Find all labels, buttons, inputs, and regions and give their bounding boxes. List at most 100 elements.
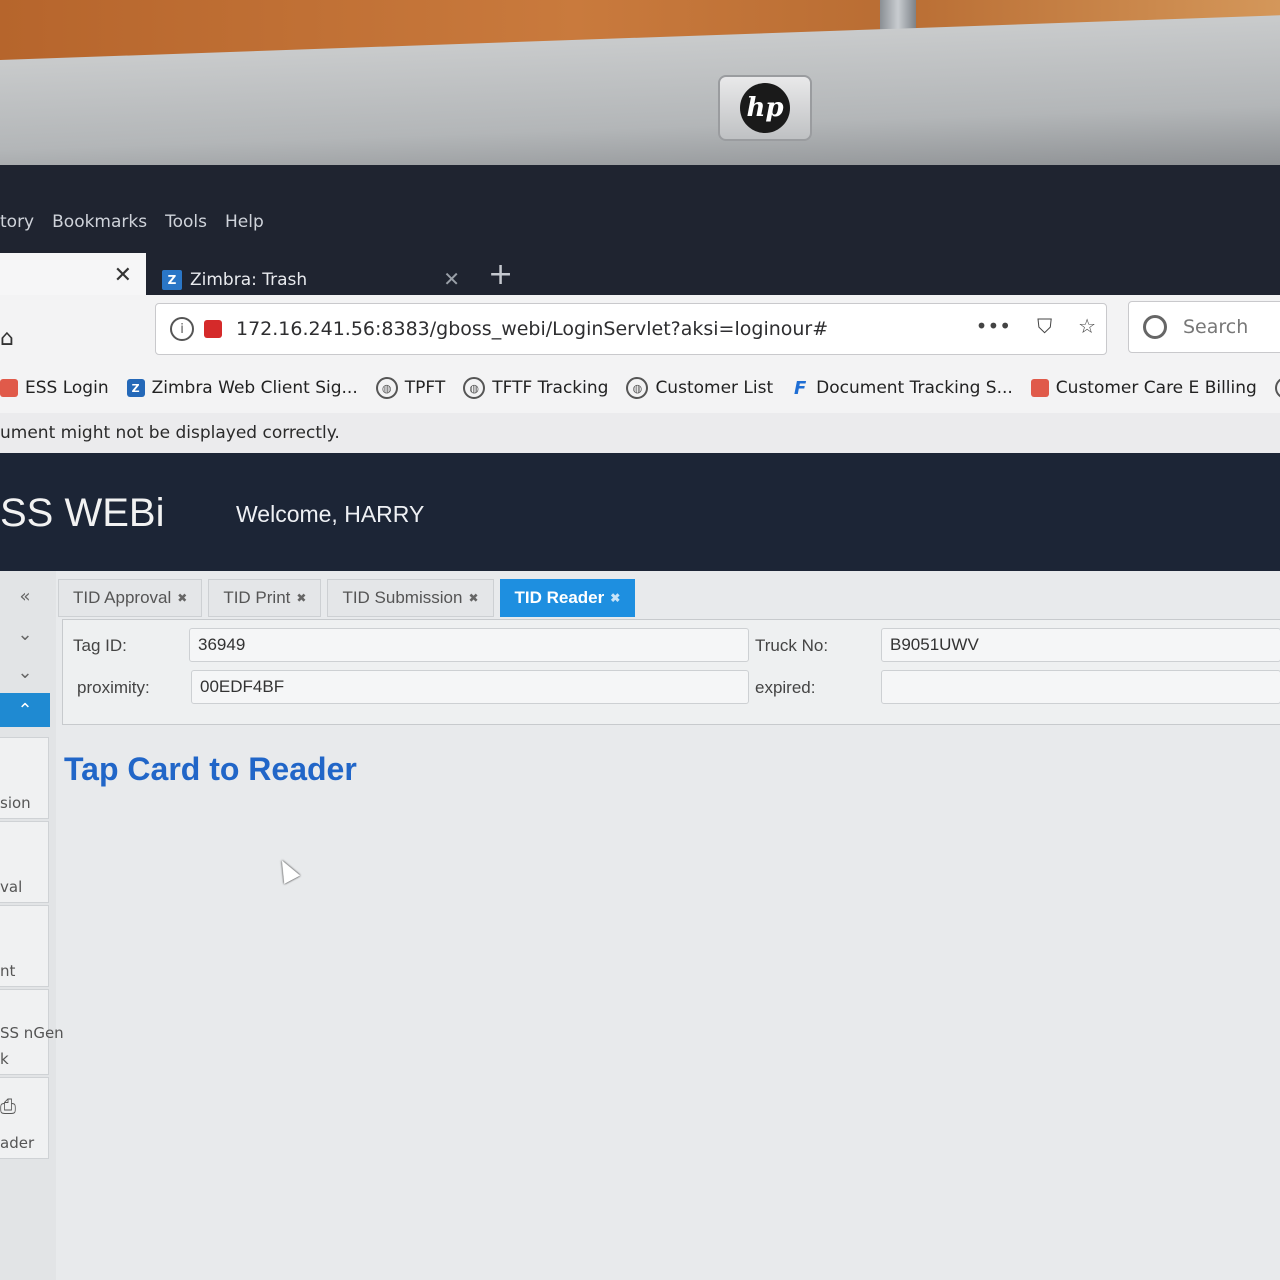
proximity-field[interactable]: 00EDF4BF xyxy=(191,670,749,704)
more-actions-icon[interactable]: ••• xyxy=(976,314,1011,338)
tab-tid-reader[interactable]: TID Reader ✖ xyxy=(499,579,636,617)
chevron-up-icon[interactable]: ⌃ xyxy=(0,693,50,727)
sidebar-item-label: nt xyxy=(0,962,16,980)
address-bar[interactable]: i 172.16.241.56:8383/gboss_webi/LoginSer… xyxy=(155,303,1107,355)
expired-label: expired: xyxy=(755,678,816,697)
browser-tab-title: Zimbra: Trash xyxy=(190,270,308,290)
menu-history[interactable]: tory xyxy=(0,212,34,232)
zimbra-icon: Z xyxy=(162,270,182,290)
hp-logo: hp xyxy=(718,75,812,141)
collapse-sidebar-icon[interactable]: « xyxy=(0,579,50,613)
browser-tabstrip: ✕ Z Zimbra: Trash ✕ + xyxy=(0,253,1280,301)
app-tabs: TID Approval ✖ TID Print ✖ TID Submissio… xyxy=(58,579,636,617)
bookmark-ess-login[interactable]: ESS Login xyxy=(0,378,109,398)
bookmark-star-icon[interactable]: ☆ xyxy=(1078,314,1096,338)
tab-label: TID Print xyxy=(223,588,291,607)
tab-tid-approval[interactable]: TID Approval ✖ xyxy=(58,579,203,617)
sidebar-item-label: k xyxy=(0,1050,9,1068)
compat-notice: ument might not be displayed correctly. xyxy=(0,413,1280,453)
mouse-cursor-icon xyxy=(273,856,301,884)
expired-field[interactable] xyxy=(881,670,1280,704)
bookmark-customer-list[interactable]: ◍ Customer List xyxy=(626,377,773,399)
f-icon: F xyxy=(793,377,807,399)
sidebar-item-submission[interactable]: sion xyxy=(0,737,49,819)
tab-tid-submission[interactable]: TID Submission ✖ xyxy=(327,579,494,617)
billing-icon xyxy=(1030,379,1049,397)
search-input[interactable]: Search xyxy=(1128,301,1280,353)
form-row: proximity: 00EDF4BF expired: xyxy=(63,670,1280,714)
browser-navbar: ⌂ i 172.16.241.56:8383/gboss_webi/LoginS… xyxy=(0,295,1280,363)
address-bar-actions: ••• ⛉ ☆ xyxy=(976,314,1096,338)
tap-card-message: Tap Card to Reader xyxy=(64,751,357,787)
printer-icon: ⎙ xyxy=(0,1094,16,1118)
truck-no-field[interactable]: B9051UWV xyxy=(881,628,1280,662)
browser-tab-previous[interactable]: ✕ xyxy=(0,253,146,301)
truck-no-label: Truck No: xyxy=(755,636,829,655)
sidebar-item-label: sion xyxy=(0,794,31,812)
close-icon[interactable]: ✖ xyxy=(296,591,306,605)
new-tab-button[interactable]: + xyxy=(488,257,513,292)
tab-tid-print[interactable]: TID Print ✖ xyxy=(208,579,322,617)
bookmark-label: TFTF Tracking xyxy=(492,378,609,398)
bookmark-label: ESS Login xyxy=(25,378,109,398)
zimbra-icon: Z xyxy=(126,379,145,397)
close-icon[interactable]: ✖ xyxy=(468,591,478,605)
app-content: « ⌄ ⌄ ⌃ sion val nt SS nGen k ⎙ ader TID… xyxy=(0,571,1280,1280)
proximity-label: proximity: xyxy=(77,678,150,697)
sidebar-item-print[interactable]: nt xyxy=(0,905,49,987)
bookmark-tftf-tracking[interactable]: ◍ TFTF Tracking xyxy=(463,377,608,399)
bookmark-more[interactable]: ◍ xyxy=(1274,377,1280,399)
welcome-text: Welcome, HARRY xyxy=(236,501,425,527)
globe-icon: ◍ xyxy=(1274,377,1280,399)
sidebar-item-ss-ngen[interactable]: SS nGen k xyxy=(0,989,64,1075)
chevron-down-icon[interactable]: ⌄ xyxy=(0,617,50,651)
chevron-down-icon[interactable]: ⌄ xyxy=(0,655,50,689)
tab-label: TID Submission xyxy=(342,588,463,607)
close-icon[interactable]: ✖ xyxy=(177,591,187,605)
tag-id-field[interactable]: 36949 xyxy=(189,628,749,662)
tab-label: TID Approval xyxy=(73,588,172,607)
bookmarks-toolbar: ESS Login Z Zimbra Web Client Sig... ◍ T… xyxy=(0,363,1280,413)
home-icon[interactable]: ⌂ xyxy=(0,328,16,350)
menu-tools[interactable]: Tools xyxy=(165,212,207,232)
bookmark-label: Customer List xyxy=(655,378,774,398)
close-tab-icon[interactable]: ✕ xyxy=(114,263,132,288)
hp-logo-mark: hp xyxy=(740,83,790,133)
globe-icon: ◍ xyxy=(463,377,486,399)
insecure-lock-icon[interactable] xyxy=(204,320,222,338)
pocket-icon[interactable]: ⛉ xyxy=(1037,314,1052,338)
bookmark-customer-care-billing[interactable]: Customer Care E Billing xyxy=(1030,378,1257,398)
sidebar-item-label: ader xyxy=(0,1134,35,1152)
info-icon[interactable]: i xyxy=(170,317,194,341)
ess-icon xyxy=(0,379,18,397)
sidebar-item-label: val xyxy=(0,878,23,896)
bookmark-zimbra[interactable]: Z Zimbra Web Client Sig... xyxy=(126,378,358,398)
tab-label: TID Reader xyxy=(514,588,605,607)
globe-icon: ◍ xyxy=(626,377,649,399)
url-text[interactable]: 172.16.241.56:8383/gboss_webi/LoginServl… xyxy=(236,318,828,340)
close-icon[interactable]: ✖ xyxy=(610,591,620,605)
sidebar-item-reader[interactable]: ⎙ ader xyxy=(0,1077,49,1159)
menu-help[interactable]: Help xyxy=(225,212,264,232)
monitor-screen: tory Bookmarks Tools Help ✕ Z Zimbra: Tr… xyxy=(0,165,1280,1280)
sidebar-item-label: SS nGen xyxy=(0,1024,64,1042)
browser-menubar: tory Bookmarks Tools Help xyxy=(0,205,1280,239)
form-row: Tag ID: 36949 Truck No: B9051UWV xyxy=(63,626,1280,670)
app-brand: SS WEBi xyxy=(0,491,165,535)
tid-reader-form: Tag ID: 36949 Truck No: B9051UWV proximi… xyxy=(62,619,1280,725)
globe-icon: ◍ xyxy=(375,377,398,399)
sidebar-item-approval[interactable]: val xyxy=(0,821,49,903)
menu-bookmarks[interactable]: Bookmarks xyxy=(52,212,147,232)
bookmark-tpft[interactable]: ◍ TPFT xyxy=(375,377,446,399)
bookmark-label: Document Tracking S... xyxy=(816,378,1013,398)
bookmark-document-tracking[interactable]: F Document Tracking S... xyxy=(791,377,1013,399)
sidebar: « ⌄ ⌄ ⌃ sion val nt SS nGen k ⎙ ader xyxy=(0,571,64,1280)
app-header: SS WEBi Welcome, HARRY xyxy=(0,453,1280,571)
bookmark-label: TPFT xyxy=(404,378,446,398)
close-tab-icon[interactable]: ✕ xyxy=(443,267,460,291)
search-icon xyxy=(1143,315,1167,339)
search-placeholder: Search xyxy=(1183,316,1249,338)
tag-id-label: Tag ID: xyxy=(73,636,127,655)
bookmark-label: Customer Care E Billing xyxy=(1055,378,1257,398)
bookmark-label: Zimbra Web Client Sig... xyxy=(151,378,358,398)
